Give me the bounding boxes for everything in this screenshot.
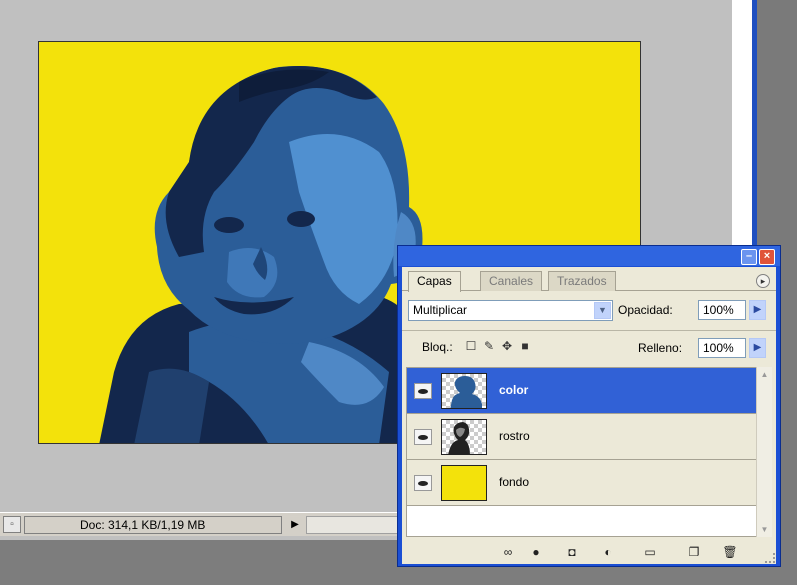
- lock-paint-icon[interactable]: ✎: [482, 339, 496, 353]
- close-button[interactable]: ×: [759, 249, 775, 265]
- doc-info-text: Doc: 314,1 KB/1,19 MB: [80, 518, 206, 532]
- layer-row-rostro[interactable]: rostro: [407, 414, 759, 460]
- layer-row-fondo[interactable]: fondo: [407, 460, 759, 506]
- status-menu-arrow-icon[interactable]: ▶: [288, 516, 302, 534]
- layers-scrollbar[interactable]: ▲ ▼: [756, 367, 772, 537]
- layer-name: fondo: [499, 475, 530, 489]
- layers-list: color rostro fondo: [406, 367, 759, 537]
- document-icon[interactable]: ▫: [3, 516, 21, 533]
- mask-icon[interactable]: ◘: [564, 544, 580, 560]
- layers-panel: – × Capas Canales Trazados ▸ Multiplicar…: [397, 245, 781, 567]
- panel-titlebar[interactable]: – ×: [398, 246, 780, 266]
- minimize-button[interactable]: –: [741, 249, 757, 265]
- layer-name: color: [499, 383, 529, 397]
- fill-label: Relleno:: [638, 341, 683, 355]
- layer-thumbnail-fondo[interactable]: [441, 465, 487, 501]
- chevron-down-icon[interactable]: ▼: [594, 302, 611, 319]
- panel-body: Capas Canales Trazados ▸ Multiplicar ▼ O…: [402, 267, 776, 564]
- new-layer-icon[interactable]: ❐: [686, 544, 702, 560]
- layers-toolbar: ∞ ● ◘ ◐ ▭ ❐ 🗑: [402, 540, 776, 564]
- lock-label: Bloq.:: [422, 340, 453, 354]
- thumbnail-art: [450, 376, 482, 408]
- blend-mode-value: Multiplicar: [413, 303, 468, 317]
- blend-mode-select[interactable]: Multiplicar ▼: [408, 300, 613, 321]
- visibility-eye-icon[interactable]: [414, 429, 432, 445]
- layer-thumbnail-rostro[interactable]: [441, 419, 487, 455]
- opacity-input[interactable]: 100%: [698, 300, 746, 320]
- tab-canales[interactable]: Canales: [480, 271, 543, 291]
- lock-all-icon[interactable]: ■: [518, 339, 532, 353]
- fill-slider-arrow-icon[interactable]: ▶: [749, 338, 766, 358]
- status-bar: ▫ Doc: 314,1 KB/1,19 MB ▶: [0, 512, 398, 536]
- thumbnail-art: [448, 422, 470, 454]
- scroll-down-icon[interactable]: ▼: [759, 524, 770, 535]
- opacity-slider-arrow-icon[interactable]: ▶: [749, 300, 766, 320]
- layer-thumbnail-color[interactable]: [441, 373, 487, 409]
- tab-capas[interactable]: Capas: [408, 271, 461, 292]
- layer-style-icon[interactable]: ●: [528, 544, 544, 560]
- lock-transparency-icon[interactable]: ☐: [464, 339, 478, 353]
- adjustment-icon[interactable]: ◐: [600, 544, 616, 560]
- opacity-label: Opacidad:: [618, 303, 673, 317]
- fill-input[interactable]: 100%: [698, 338, 746, 358]
- link-icon[interactable]: ∞: [500, 544, 516, 560]
- layer-row-color[interactable]: color: [407, 368, 759, 414]
- horizontal-scrollbar[interactable]: [306, 516, 398, 534]
- visibility-eye-icon[interactable]: [414, 383, 432, 399]
- tab-trazados[interactable]: Trazados: [548, 271, 616, 291]
- trash-icon[interactable]: 🗑: [722, 544, 738, 560]
- divider: [402, 330, 776, 331]
- resize-grip[interactable]: [765, 553, 775, 563]
- group-folder-icon[interactable]: ▭: [642, 544, 658, 560]
- layer-name: rostro: [499, 429, 530, 443]
- scroll-up-icon[interactable]: ▲: [759, 369, 770, 380]
- panel-menu-icon[interactable]: ▸: [756, 274, 770, 288]
- panel-tabs: Capas Canales Trazados ▸: [402, 267, 776, 292]
- visibility-eye-icon[interactable]: [414, 475, 432, 491]
- lock-position-icon[interactable]: ✥: [500, 339, 514, 353]
